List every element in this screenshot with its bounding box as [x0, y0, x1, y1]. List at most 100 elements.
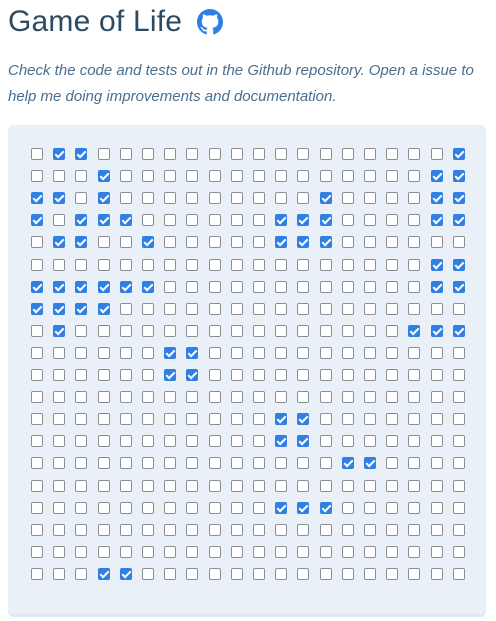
cell-checkbox[interactable]	[431, 148, 443, 160]
cell-checkbox[interactable]	[231, 236, 243, 248]
cell-checkbox[interactable]	[164, 369, 176, 381]
cell-checkbox[interactable]	[342, 568, 354, 580]
cell-checkbox[interactable]	[231, 546, 243, 558]
cell-checkbox[interactable]	[275, 148, 287, 160]
cell-checkbox[interactable]	[186, 325, 198, 337]
cell-checkbox[interactable]	[142, 413, 154, 425]
cell-checkbox[interactable]	[98, 369, 110, 381]
cell-checkbox[interactable]	[453, 546, 465, 558]
cell-checkbox[interactable]	[164, 546, 176, 558]
cell-checkbox[interactable]	[253, 192, 265, 204]
cell-checkbox[interactable]	[275, 413, 287, 425]
cell-checkbox[interactable]	[31, 236, 43, 248]
cell-checkbox[interactable]	[209, 148, 221, 160]
cell-checkbox[interactable]	[231, 391, 243, 403]
cell-checkbox[interactable]	[342, 148, 354, 160]
cell-checkbox[interactable]	[320, 281, 332, 293]
cell-checkbox[interactable]	[342, 214, 354, 226]
cell-checkbox[interactable]	[453, 568, 465, 580]
cell-checkbox[interactable]	[231, 502, 243, 514]
cell-checkbox[interactable]	[98, 391, 110, 403]
cell-checkbox[interactable]	[408, 347, 420, 359]
cell-checkbox[interactable]	[231, 259, 243, 271]
cell-checkbox[interactable]	[75, 524, 87, 536]
cell-checkbox[interactable]	[431, 347, 443, 359]
cell-checkbox[interactable]	[297, 170, 309, 182]
cell-checkbox[interactable]	[209, 214, 221, 226]
cell-checkbox[interactable]	[408, 546, 420, 558]
cell-checkbox[interactable]	[297, 192, 309, 204]
cell-checkbox[interactable]	[431, 369, 443, 381]
cell-checkbox[interactable]	[53, 369, 65, 381]
cell-checkbox[interactable]	[408, 391, 420, 403]
cell-checkbox[interactable]	[75, 192, 87, 204]
cell-checkbox[interactable]	[408, 325, 420, 337]
cell-checkbox[interactable]	[142, 281, 154, 293]
cell-checkbox[interactable]	[120, 413, 132, 425]
cell-checkbox[interactable]	[297, 413, 309, 425]
cell-checkbox[interactable]	[164, 568, 176, 580]
cell-checkbox[interactable]	[386, 325, 398, 337]
cell-checkbox[interactable]	[275, 236, 287, 248]
cell-checkbox[interactable]	[453, 281, 465, 293]
cell-checkbox[interactable]	[98, 480, 110, 492]
cell-checkbox[interactable]	[164, 170, 176, 182]
cell-checkbox[interactable]	[31, 391, 43, 403]
cell-checkbox[interactable]	[31, 546, 43, 558]
cell-checkbox[interactable]	[142, 236, 154, 248]
cell-checkbox[interactable]	[253, 236, 265, 248]
cell-checkbox[interactable]	[364, 281, 376, 293]
cell-checkbox[interactable]	[75, 568, 87, 580]
cell-checkbox[interactable]	[386, 303, 398, 315]
cell-checkbox[interactable]	[209, 281, 221, 293]
cell-checkbox[interactable]	[186, 369, 198, 381]
cell-checkbox[interactable]	[253, 325, 265, 337]
cell-checkbox[interactable]	[75, 325, 87, 337]
cell-checkbox[interactable]	[186, 192, 198, 204]
cell-checkbox[interactable]	[53, 148, 65, 160]
cell-checkbox[interactable]	[408, 236, 420, 248]
cell-checkbox[interactable]	[364, 413, 376, 425]
cell-checkbox[interactable]	[75, 148, 87, 160]
cell-checkbox[interactable]	[120, 303, 132, 315]
cell-checkbox[interactable]	[320, 524, 332, 536]
cell-checkbox[interactable]	[53, 524, 65, 536]
cell-checkbox[interactable]	[231, 192, 243, 204]
cell-checkbox[interactable]	[75, 236, 87, 248]
cell-checkbox[interactable]	[98, 192, 110, 204]
cell-checkbox[interactable]	[453, 170, 465, 182]
cell-checkbox[interactable]	[142, 192, 154, 204]
cell-checkbox[interactable]	[431, 259, 443, 271]
cell-checkbox[interactable]	[364, 303, 376, 315]
cell-checkbox[interactable]	[31, 480, 43, 492]
cell-checkbox[interactable]	[253, 546, 265, 558]
cell-checkbox[interactable]	[342, 413, 354, 425]
cell-checkbox[interactable]	[142, 325, 154, 337]
cell-checkbox[interactable]	[253, 435, 265, 447]
cell-checkbox[interactable]	[453, 435, 465, 447]
cell-checkbox[interactable]	[320, 236, 332, 248]
cell-checkbox[interactable]	[75, 369, 87, 381]
cell-checkbox[interactable]	[253, 214, 265, 226]
cell-checkbox[interactable]	[98, 148, 110, 160]
cell-checkbox[interactable]	[342, 259, 354, 271]
cell-checkbox[interactable]	[253, 369, 265, 381]
cell-checkbox[interactable]	[164, 524, 176, 536]
cell-checkbox[interactable]	[209, 369, 221, 381]
cell-checkbox[interactable]	[164, 480, 176, 492]
cell-checkbox[interactable]	[386, 236, 398, 248]
cell-checkbox[interactable]	[253, 480, 265, 492]
cell-checkbox[interactable]	[453, 347, 465, 359]
cell-checkbox[interactable]	[53, 568, 65, 580]
cell-checkbox[interactable]	[253, 413, 265, 425]
cell-checkbox[interactable]	[431, 192, 443, 204]
cell-checkbox[interactable]	[431, 480, 443, 492]
cell-checkbox[interactable]	[386, 435, 398, 447]
cell-checkbox[interactable]	[186, 214, 198, 226]
cell-checkbox[interactable]	[408, 369, 420, 381]
cell-checkbox[interactable]	[386, 480, 398, 492]
cell-checkbox[interactable]	[186, 435, 198, 447]
cell-checkbox[interactable]	[453, 214, 465, 226]
cell-checkbox[interactable]	[297, 457, 309, 469]
cell-checkbox[interactable]	[364, 480, 376, 492]
